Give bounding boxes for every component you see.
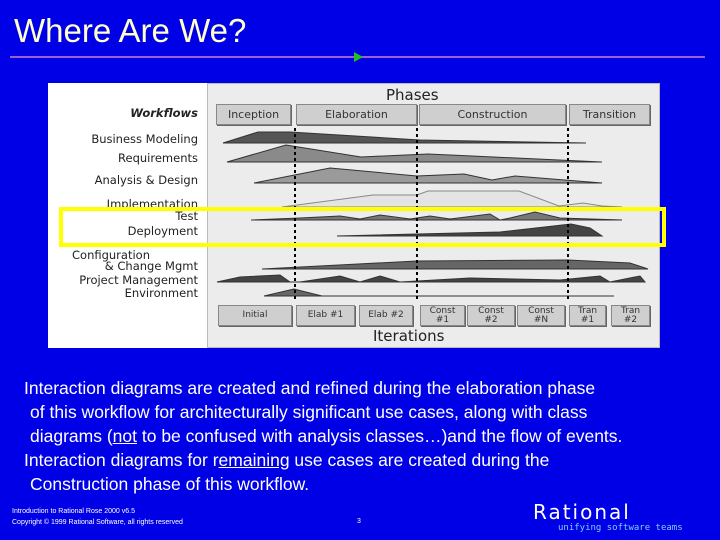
curve-business-modeling [222,131,587,144]
body-text-line: Interaction diagrams for remaining use c… [24,450,549,471]
iteration-const-1: Const #1 [420,305,465,326]
rational-logo: Rational [533,500,631,524]
iteration-label: Elab #1 [307,310,344,320]
body-text-line: Interaction diagrams are created and ref… [24,378,596,398]
body-text-line: diagrams (not to be confused with analys… [30,426,622,447]
iteration-initial: Initial [218,305,292,326]
iteration-elab-2: Elab #2 [359,305,413,326]
body-text: Interaction diagrams for r [24,450,219,470]
iteration-number: #1 [580,314,595,325]
iteration-const-2: Const #2 [467,305,515,326]
body-text: diagrams ( [30,426,113,446]
iteration-tran-2: Tran #2 [611,305,650,326]
footer-course: Introduction to Rational Rose 2000 v6.5 [12,508,135,515]
curve-project-management [216,274,647,283]
curve-implementation [281,190,623,208]
iterations-title: Iterations [373,327,445,345]
body-text: to be confused with analysis classes…)an… [137,426,623,446]
iteration-label: Initial [242,310,268,320]
iteration-elab-1: Elab #1 [296,305,355,326]
iteration-const-n: Const #N [517,305,565,326]
curve-analysis-design [253,167,603,184]
iteration-number: #1 [435,314,450,325]
body-text-line: of this workflow for architecturally sig… [30,402,588,422]
curve-requirements [226,144,603,163]
iteration-label: Elab #2 [368,310,404,320]
iteration-tran-1: Tran #1 [569,305,606,326]
page-number: 3 [357,518,361,525]
iteration-number: #2 [484,314,498,325]
body-text-line: Construction phase of this workflow. [30,474,310,494]
footer-copyright: Copyright © 1999 Rational Software, all … [12,519,183,526]
emphasis-remaining: emaining [218,450,290,470]
curve-deployment [336,223,604,237]
iteration-number: #N [533,314,549,325]
logo-tagline: unifying software teams [558,523,683,533]
curve-environment [263,288,614,297]
body-text: use cases are created during the [289,450,550,470]
emphasis-not: not [112,426,137,446]
curve-config-change [261,259,649,270]
curve-test [250,211,623,221]
iteration-number: #2 [623,314,638,325]
